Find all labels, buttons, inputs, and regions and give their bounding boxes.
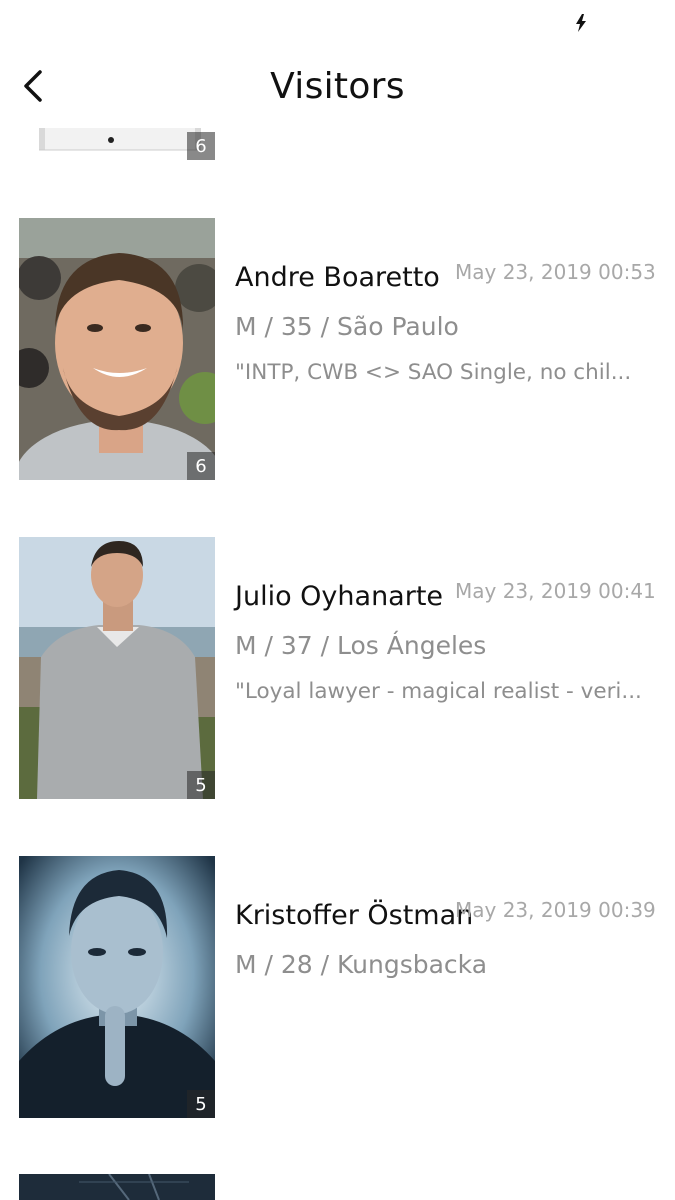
photo-count-badge: 6 — [187, 132, 215, 160]
visitor-photo[interactable] — [19, 1174, 215, 1200]
visit-timestamp: May 23, 2019 00:53 — [455, 260, 656, 284]
visit-timestamp: May 23, 2019 00:39 — [455, 898, 656, 922]
visitor-photo[interactable]: 6 — [19, 218, 215, 480]
visitor-photo[interactable]: 5 — [19, 537, 215, 799]
visitor-name: Julio Oyhanarte — [235, 581, 444, 612]
visitor-photo[interactable]: 6 — [19, 128, 215, 160]
visitor-info: M / 35 / São Paulo — [235, 312, 459, 341]
visitor-info: M / 28 / Kungsbacka — [235, 950, 488, 979]
photo-count-badge: 6 — [187, 452, 215, 480]
photo-count-badge: 5 — [187, 1090, 215, 1118]
photo-count-badge: 5 — [187, 771, 215, 799]
visitor-photo[interactable]: 5 — [19, 856, 215, 1118]
visitor-bio: "Loyal lawyer - magical realist - veri..… — [235, 679, 642, 704]
page-title: Visitors — [270, 66, 405, 107]
visit-timestamp: May 23, 2019 00:41 — [455, 579, 656, 603]
visitor-info: M / 37 / Los Ángeles — [235, 631, 487, 660]
visitor-name: Andre Boaretto — [235, 262, 440, 293]
bolt-icon — [576, 14, 586, 32]
visitor-name: Kristoffer Östman — [235, 900, 474, 931]
visitor-bio: "INTP, CWB <> SAO Single, no chil... — [235, 360, 632, 385]
